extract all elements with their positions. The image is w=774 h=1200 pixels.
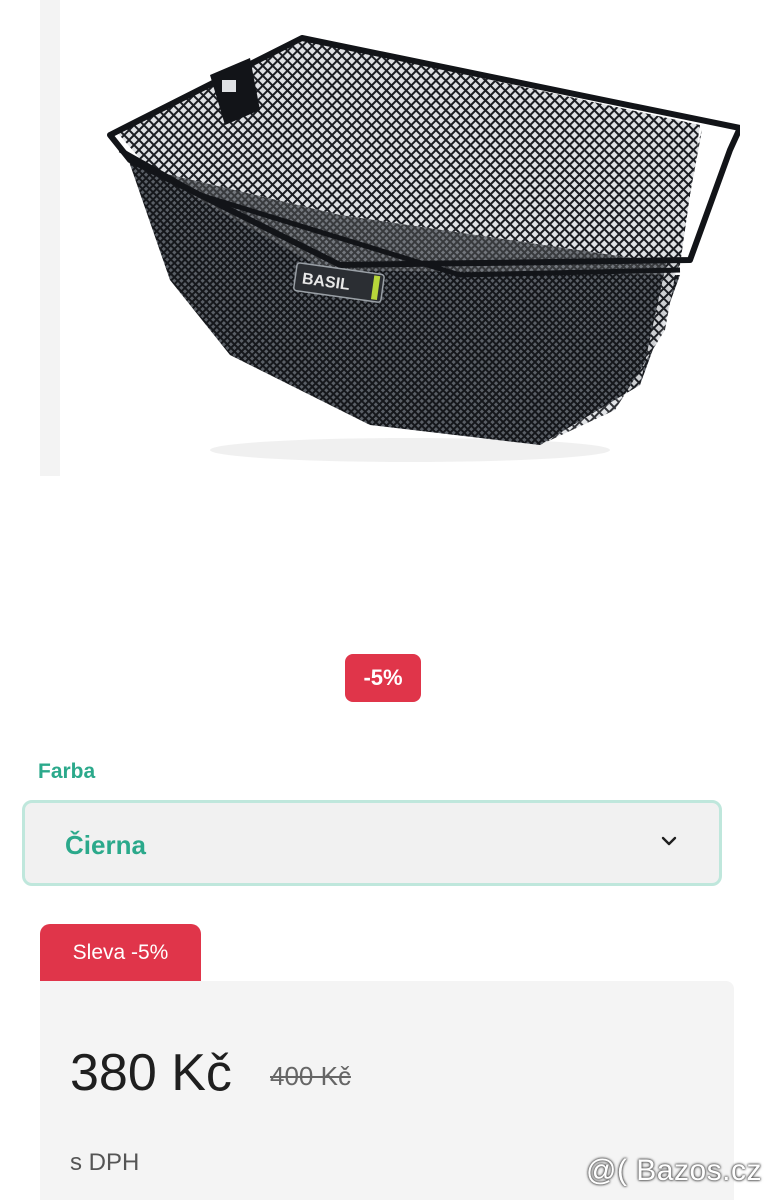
watermark: @( Bazos.cz xyxy=(586,1154,762,1187)
discount-badge: -5% xyxy=(345,654,421,702)
chevron-down-icon xyxy=(659,834,679,848)
sale-tab: Sleva -5% xyxy=(40,924,201,981)
current-price: 380 Kč xyxy=(70,1044,232,1102)
color-select[interactable]: Čierna xyxy=(22,800,722,886)
product-image[interactable]: BASIL xyxy=(40,0,740,476)
tax-note: s DPH xyxy=(70,1149,140,1176)
old-price: 400 Kč xyxy=(270,1061,351,1091)
color-select-value: Čierna xyxy=(65,830,146,860)
variant-label: Farba xyxy=(38,760,96,783)
